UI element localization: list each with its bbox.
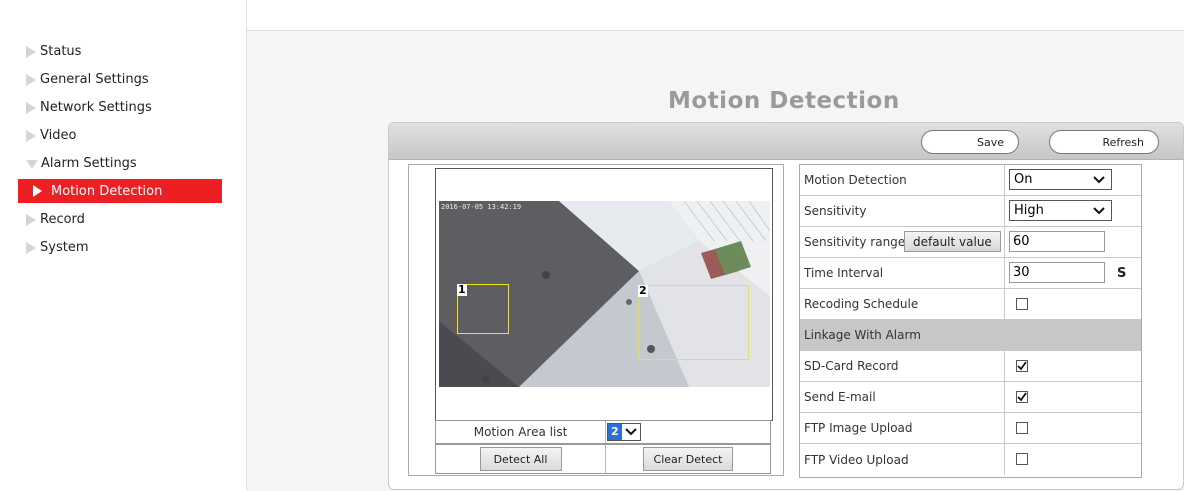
chevron-down-icon xyxy=(622,424,640,440)
detect-all-button[interactable]: Detect All xyxy=(479,447,562,471)
time-interval-row: Time Interval 30 S xyxy=(800,258,1141,289)
linkage-section-header: Linkage With Alarm xyxy=(800,320,1141,351)
triangle-right-icon xyxy=(26,46,36,58)
chevron-down-icon xyxy=(1093,204,1105,220)
sd-card-record-label: SD-Card Record xyxy=(804,359,899,373)
motion-detection-select[interactable]: On xyxy=(1009,169,1112,190)
send-email-row: Send E-mail xyxy=(800,382,1141,413)
sidebar-item-label: Network Settings xyxy=(40,100,152,115)
motion-area-box[interactable]: 1 xyxy=(457,284,509,334)
page-title: Motion Detection xyxy=(668,88,900,114)
sidebar-item-label: Alarm Settings xyxy=(41,156,137,171)
sd-card-record-checkbox[interactable] xyxy=(1016,360,1028,372)
sd-card-record-row: SD-Card Record xyxy=(800,351,1141,382)
motion-area-label: 2 xyxy=(638,284,648,297)
triangle-right-icon xyxy=(26,214,36,226)
sidebar-item-label: Record xyxy=(40,212,85,227)
motion-area-list-label: Motion Area list xyxy=(436,421,606,443)
sidebar-item-system[interactable]: System xyxy=(26,237,88,259)
sidebar-item-motion-detection[interactable]: Motion Detection xyxy=(18,179,222,203)
ftp-image-upload-checkbox[interactable] xyxy=(1016,422,1028,434)
detect-buttons-row: Detect All Clear Detect xyxy=(435,444,771,474)
motion-area-label: 1 xyxy=(457,283,467,296)
recording-schedule-row: Recoding Schedule xyxy=(800,289,1141,320)
refresh-button[interactable]: Refresh xyxy=(1049,130,1159,154)
checkmark-icon xyxy=(1017,361,1027,371)
ftp-video-upload-checkbox[interactable] xyxy=(1016,453,1028,465)
sidebar-item-general-settings[interactable]: General Settings xyxy=(26,69,149,91)
triangle-right-icon xyxy=(26,102,36,114)
sensitivity-range-label: Sensitivity range xyxy=(804,235,906,249)
sensitivity-select[interactable]: High xyxy=(1009,200,1112,221)
sensitivity-label: Sensitivity xyxy=(804,204,867,218)
motion-area-select[interactable]: 2 xyxy=(607,423,641,441)
motion-detection-row: Motion Detection On xyxy=(800,165,1141,196)
triangle-right-icon xyxy=(26,74,36,86)
triangle-right-icon xyxy=(26,130,36,142)
clear-detect-button[interactable]: Clear Detect xyxy=(643,447,733,471)
video-preview[interactable]: 2016-07-05 13:42:19 1 2 xyxy=(439,201,770,387)
recording-schedule-label: Recoding Schedule xyxy=(804,297,919,311)
ftp-image-upload-row: FTP Image Upload xyxy=(800,413,1141,444)
video-timestamp: 2016-07-05 13:42:19 xyxy=(441,203,522,211)
sidebar-item-label: Status xyxy=(40,44,82,59)
sidebar-item-status[interactable]: Status xyxy=(26,41,81,63)
chevron-down-icon xyxy=(1093,173,1105,189)
toolbar: Save Refresh xyxy=(389,123,1183,160)
sidebar-item-label: System xyxy=(40,240,89,255)
motion-area-list-row: Motion Area list 2 xyxy=(435,420,771,444)
time-interval-input[interactable]: 30 xyxy=(1009,262,1105,283)
sidebar-item-label: Motion Detection xyxy=(51,183,163,199)
sensitivity-row: Sensitivity High xyxy=(800,196,1141,227)
default-value-button[interactable]: default value xyxy=(904,231,1001,252)
ftp-video-upload-label: FTP Video Upload xyxy=(804,452,909,467)
sidebar-item-label: General Settings xyxy=(40,72,149,87)
sidebar-item-network-settings[interactable]: Network Settings xyxy=(26,97,152,119)
time-interval-unit: S xyxy=(1117,265,1127,281)
send-email-checkbox[interactable] xyxy=(1016,391,1028,403)
sensitivity-range-row: Sensitivity range default value 60 xyxy=(800,227,1141,258)
sidebar: Status General Settings Network Settings… xyxy=(0,0,247,490)
sidebar-item-video[interactable]: Video xyxy=(26,125,76,147)
sensitivity-value: High xyxy=(1014,203,1044,218)
time-interval-label: Time Interval xyxy=(804,266,884,280)
motion-settings-form: Motion Detection On Sensitivity High Sen… xyxy=(799,164,1142,478)
triangle-right-icon xyxy=(33,185,42,197)
triangle-down-icon xyxy=(26,159,38,169)
sidebar-item-alarm-settings[interactable]: Alarm Settings xyxy=(26,153,137,175)
motion-detection-value: On xyxy=(1014,172,1033,187)
linkage-header-label: Linkage With Alarm xyxy=(804,328,921,342)
sensitivity-range-input[interactable]: 60 xyxy=(1009,231,1105,252)
checkmark-icon xyxy=(1017,392,1027,402)
motion-area-selected: 2 xyxy=(608,424,622,440)
sidebar-item-label: Video xyxy=(40,128,77,143)
send-email-label: Send E-mail xyxy=(804,390,876,404)
sidebar-item-record[interactable]: Record xyxy=(26,209,85,231)
ftp-video-upload-row: FTP Video Upload xyxy=(800,444,1141,475)
recording-schedule-checkbox[interactable] xyxy=(1016,298,1028,310)
save-button[interactable]: Save xyxy=(921,130,1019,154)
ftp-image-upload-label: FTP Image Upload xyxy=(804,421,913,435)
motion-area-box[interactable]: 2 xyxy=(638,285,749,360)
motion-detection-label: Motion Detection xyxy=(804,173,907,187)
triangle-right-icon xyxy=(26,242,36,254)
